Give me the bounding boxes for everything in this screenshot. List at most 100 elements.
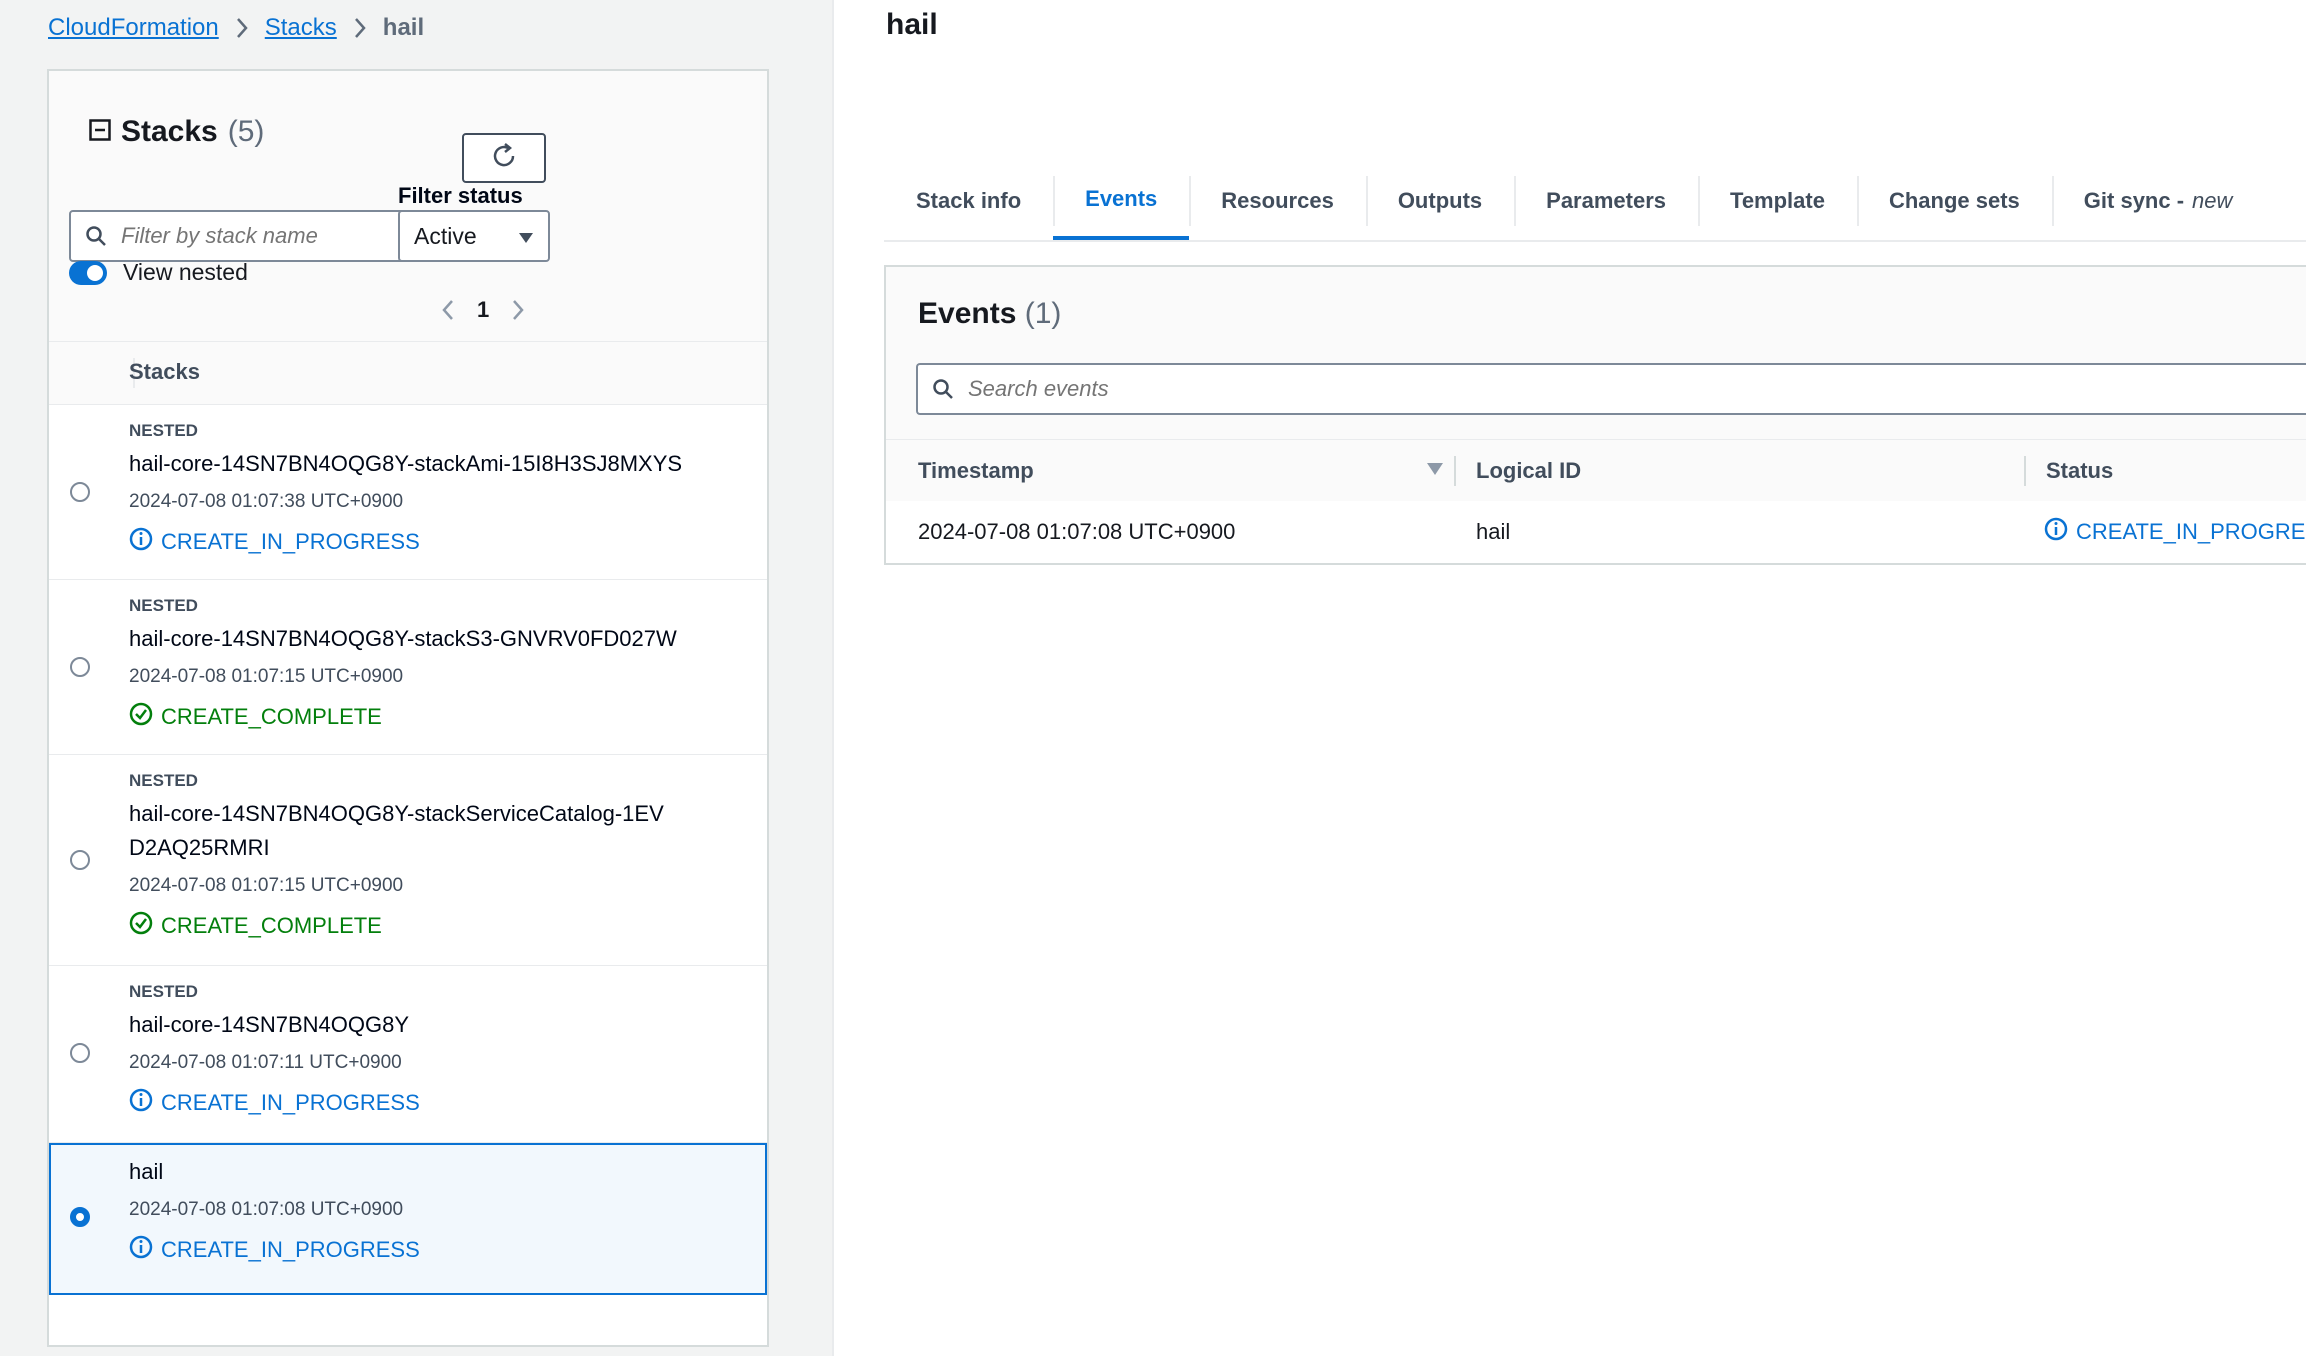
stacks-column-header: Stacks xyxy=(49,341,767,405)
events-search-wrapper[interactable] xyxy=(916,363,2306,415)
chevron-right-icon[interactable] xyxy=(511,299,525,321)
stack-radio[interactable] xyxy=(70,1043,90,1063)
check-circle-icon xyxy=(129,702,153,732)
stacks-list-card: Stacks (5) Filter status Active xyxy=(47,69,769,1347)
column-divider xyxy=(1454,456,1456,486)
collapse-icon[interactable] xyxy=(89,115,111,149)
stacks-title-text: Stacks xyxy=(121,115,218,148)
stack-timestamp: 2024-07-08 01:07:15 UTC+0900 xyxy=(129,875,404,896)
stack-info: NESTED hail-core-14SN7BN4OQG8Y-stackAmi-… xyxy=(129,405,747,557)
column-status[interactable]: Status xyxy=(2046,440,2306,502)
breadcrumb: CloudFormation Stacks hail xyxy=(48,10,424,46)
stack-name: hail xyxy=(129,1159,164,1184)
stack-name: hail-core-14SN7BN4OQG8Y xyxy=(129,1012,410,1037)
column-logical-id[interactable]: Logical ID xyxy=(1476,440,1976,502)
stack-info: NESTED hail-core-14SN7BN4OQG8Y-stackS3-G… xyxy=(129,580,747,732)
info-icon xyxy=(129,1235,153,1265)
stack-radio[interactable] xyxy=(70,850,90,870)
tab-parameters[interactable]: Parameters xyxy=(1514,162,1698,240)
refresh-icon xyxy=(490,142,518,175)
events-search-input[interactable] xyxy=(966,375,1570,403)
chevron-right-icon xyxy=(353,17,367,39)
filter-status-label: Filter status xyxy=(398,183,523,208)
nested-tag: NESTED xyxy=(129,982,198,1001)
stacks-column-title: Stacks xyxy=(129,359,200,384)
stack-timestamp: 2024-07-08 01:07:11 UTC+0900 xyxy=(129,1052,402,1073)
stack-status-text: CREATE_IN_PROGRESS xyxy=(161,1237,420,1262)
tab-template[interactable]: Template xyxy=(1698,162,1857,240)
tab-change-sets[interactable]: Change sets xyxy=(1856,162,2052,240)
stack-status: CREATE_IN_PROGRESS xyxy=(129,1235,745,1265)
stack-status: CREATE_IN_PROGRESS xyxy=(129,1088,747,1118)
tab-events[interactable]: Events xyxy=(1053,162,1190,240)
stack-row[interactable]: NESTED hail-core-14SN7BN4OQG8Y-stackServ… xyxy=(49,755,767,966)
stack-row[interactable]: NESTED hail-core-14SN7BN4OQG8Y-stackS3-G… xyxy=(49,580,767,755)
check-circle-icon xyxy=(129,911,153,941)
stack-status: CREATE_COMPLETE xyxy=(129,911,747,941)
view-nested-row: View nested xyxy=(69,259,248,286)
stack-info: NESTED hail-core-14SN7BN4OQG8Y 2024-07-0… xyxy=(129,966,747,1118)
stack-row[interactable]: NESTED hail-core-14SN7BN4OQG8Y-stackAmi-… xyxy=(49,405,767,580)
tab-resources[interactable]: Resources xyxy=(1189,162,1366,240)
stack-radio[interactable] xyxy=(70,482,90,502)
breadcrumb-cloudformation[interactable]: CloudFormation xyxy=(48,14,219,42)
events-title-text: Events xyxy=(918,297,1017,330)
tab-git-sync[interactable]: Git sync - new xyxy=(2051,162,2265,240)
info-icon xyxy=(2044,517,2068,547)
column-divider xyxy=(2024,456,2026,486)
breadcrumb-current: hail xyxy=(382,14,425,41)
search-icon xyxy=(932,378,954,400)
nested-tag: NESTED xyxy=(129,421,198,440)
event-status: CREATE_IN_PROGRESS xyxy=(2044,501,2306,563)
event-logical-id: hail xyxy=(1476,519,1511,544)
events-count: (1) xyxy=(1024,297,1062,330)
stack-name: hail-core-14SN7BN4OQG8Y-stackAmi-15I8H3S… xyxy=(129,451,683,476)
events-table-header: Timestamp Logical ID Status xyxy=(886,439,2306,503)
stack-timestamp: 2024-07-08 01:07:15 UTC+0900 xyxy=(129,666,404,687)
stack-status: CREATE_COMPLETE xyxy=(129,702,747,732)
caret-down-icon xyxy=(518,223,534,250)
refresh-button[interactable] xyxy=(462,133,546,183)
stack-status-text: CREATE_IN_PROGRESS xyxy=(161,1090,420,1115)
stacks-title: Stacks (5) xyxy=(89,107,264,157)
column-timestamp[interactable]: Timestamp xyxy=(918,440,1438,502)
tab-stack-info[interactable]: Stack info xyxy=(884,162,1053,240)
nested-tag: NESTED xyxy=(129,596,198,615)
stack-name: hail-core-14SN7BN4OQG8Y-stackServiceCata… xyxy=(129,801,664,860)
stack-name: hail-core-14SN7BN4OQG8Y-stackS3-GNVRV0FD… xyxy=(129,626,677,651)
stack-radio[interactable] xyxy=(70,657,90,677)
page-number[interactable]: 1 xyxy=(477,297,489,323)
info-icon xyxy=(129,1088,153,1118)
event-timestamp: 2024-07-08 01:07:08 UTC+0900 xyxy=(918,519,1236,544)
stacks-navigation-panel: CloudFormation Stacks hail Stacks (5) Fi… xyxy=(0,0,834,1356)
table-row: 2024-07-08 01:07:08 UTC+0900 hail CREATE… xyxy=(886,501,2306,563)
view-nested-toggle[interactable] xyxy=(69,260,107,285)
events-title: Events (1) xyxy=(918,297,1061,331)
stack-detail-panel: hail Stack info Events Resources Outputs… xyxy=(834,0,2306,1356)
tab-outputs[interactable]: Outputs xyxy=(1365,162,1514,240)
chevron-left-icon[interactable] xyxy=(441,299,455,321)
stack-status-text: CREATE_COMPLETE xyxy=(161,913,382,938)
event-status-text: CREATE_IN_PROGRESS xyxy=(2076,519,2306,544)
stack-radio[interactable] xyxy=(70,1207,90,1227)
stack-status-text: CREATE_COMPLETE xyxy=(161,704,382,729)
stack-row-selected[interactable]: hail 2024-07-08 01:07:08 UTC+0900 CREATE… xyxy=(49,1143,767,1295)
page-title: hail xyxy=(886,8,938,41)
stack-info: NESTED hail-core-14SN7BN4OQG8Y-stackServ… xyxy=(129,755,747,941)
nested-tag: NESTED xyxy=(129,771,198,790)
stack-status-text: CREATE_IN_PROGRESS xyxy=(161,529,420,554)
breadcrumb-stacks[interactable]: Stacks xyxy=(265,14,337,42)
search-icon xyxy=(85,225,107,247)
view-nested-label: View nested xyxy=(123,259,248,285)
filter-status-select[interactable]: Active xyxy=(398,210,550,262)
stack-row[interactable]: NESTED hail-core-14SN7BN4OQG8Y 2024-07-0… xyxy=(49,966,767,1143)
stack-timestamp: 2024-07-08 01:07:08 UTC+0900 xyxy=(129,1199,404,1220)
new-flag: new xyxy=(2192,188,2233,213)
stacks-count: (5) xyxy=(227,115,265,148)
stack-timestamp: 2024-07-08 01:07:38 UTC+0900 xyxy=(129,491,404,512)
chevron-right-icon xyxy=(235,17,249,39)
stack-status: CREATE_IN_PROGRESS xyxy=(129,527,747,557)
sort-down-icon[interactable] xyxy=(1426,462,1444,476)
pagination: 1 xyxy=(441,297,525,323)
filter-status-value: Active xyxy=(414,222,477,249)
